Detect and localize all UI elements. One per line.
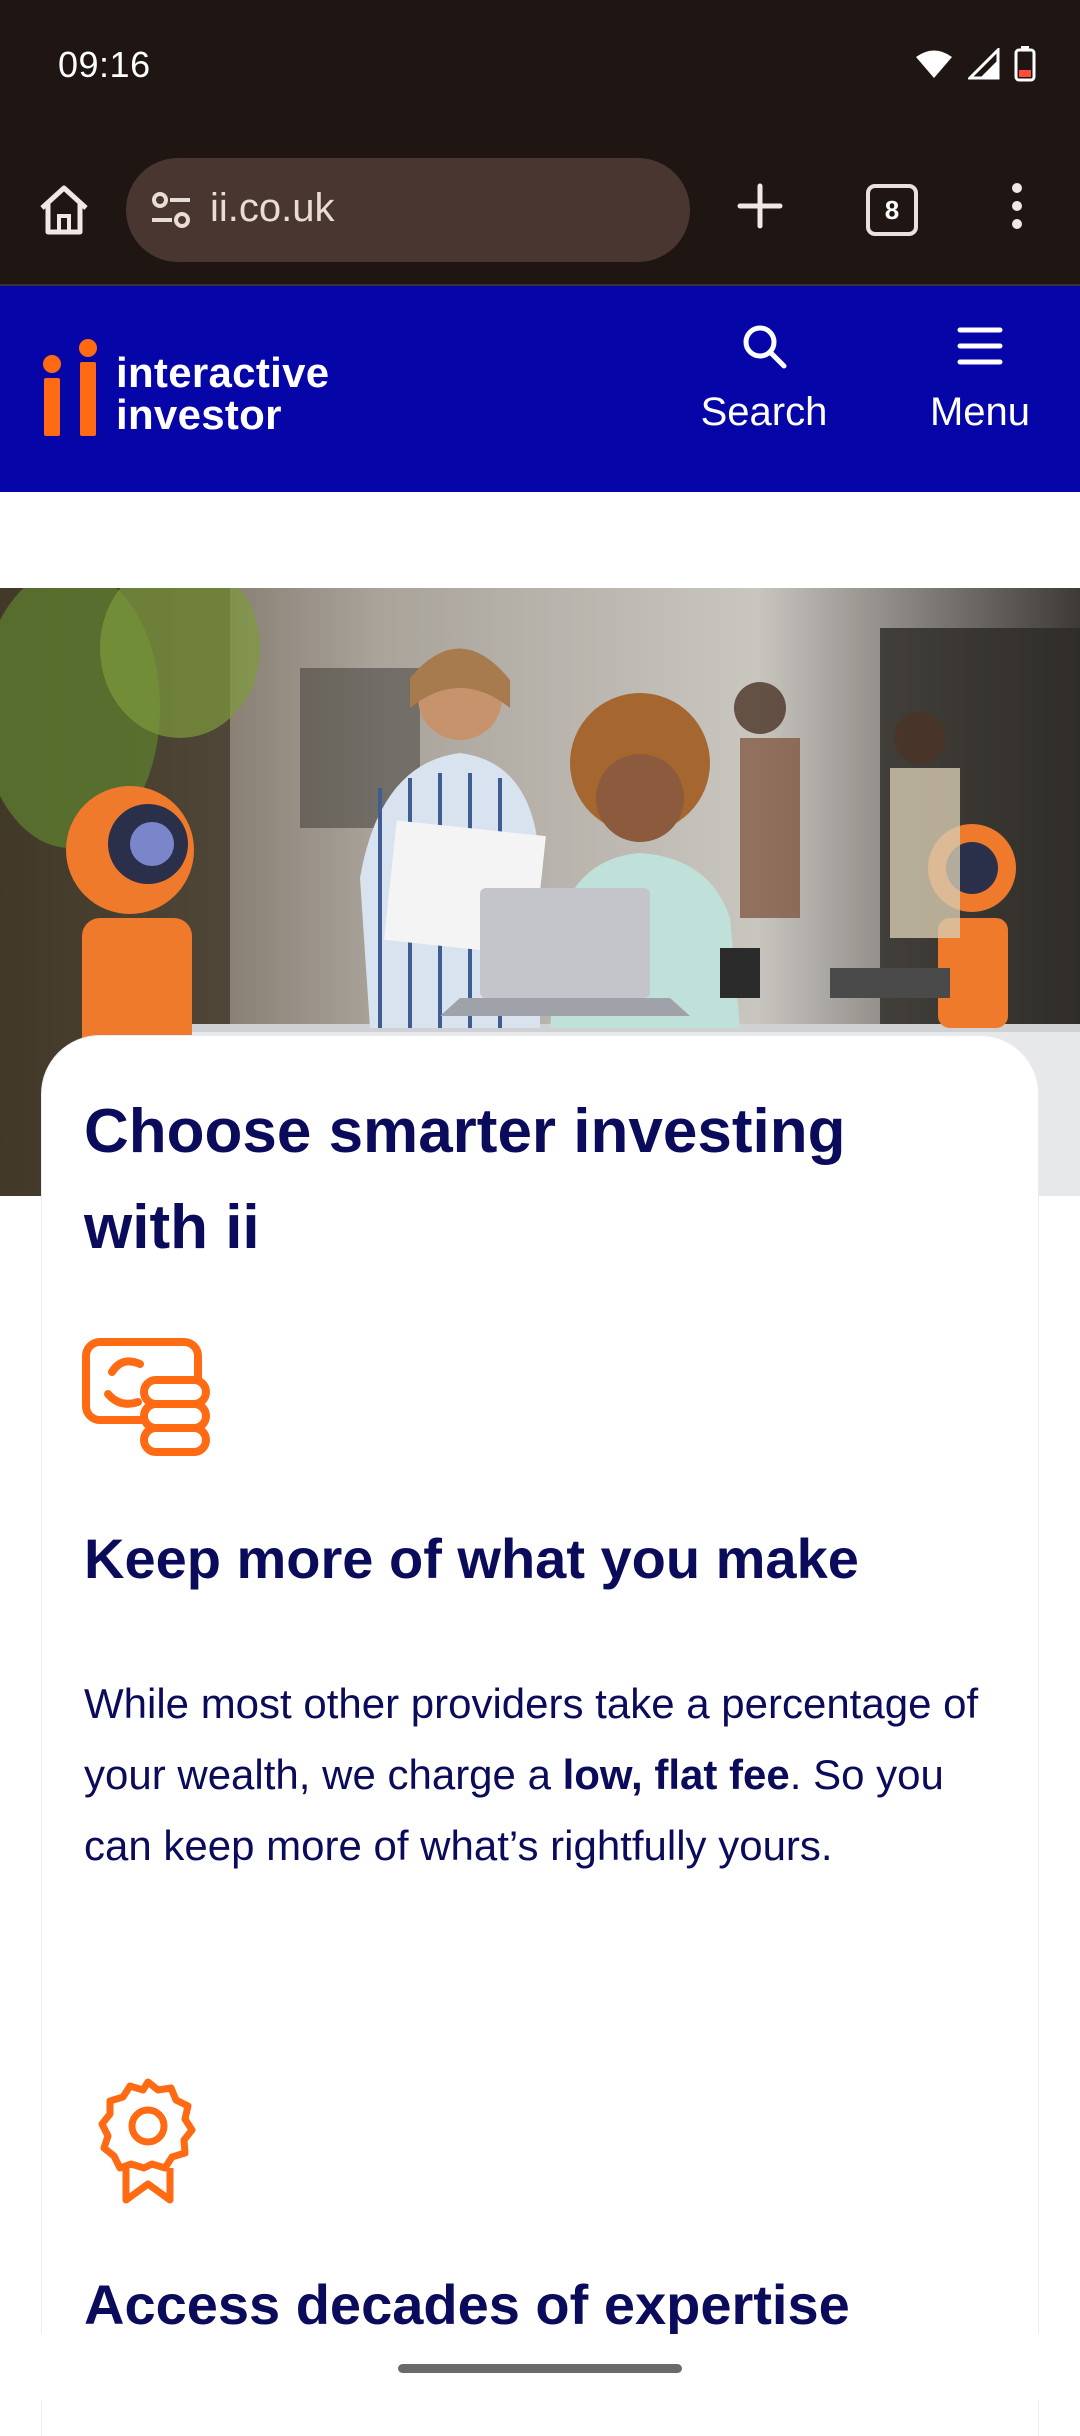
more-options-icon[interactable]: [1000, 176, 1034, 236]
search-label: Search: [700, 390, 828, 434]
feature-title-1: Keep more of what you make: [84, 1527, 859, 1590]
award-rosette-icon: [98, 2078, 196, 2204]
address-bar[interactable]: ii.co.uk: [126, 158, 690, 262]
money-coins-icon: [82, 1338, 210, 1456]
url-text: ii.co.uk: [210, 186, 335, 230]
hamburger-icon: [957, 327, 1003, 365]
feature-title-2: Access decades of expertise: [84, 2273, 850, 2336]
menu-button[interactable]: Menu: [912, 322, 1048, 435]
logo-wordmark: interactive investor: [116, 352, 329, 436]
wifi-icon: [916, 50, 952, 78]
tab-count: 8: [884, 194, 900, 225]
status-bar: 09:16: [0, 0, 1080, 140]
battery-icon: [1014, 46, 1036, 82]
site-header: interactive investor Search Menu: [0, 286, 1080, 492]
signal-icon: [968, 48, 1000, 80]
status-icons: [914, 46, 1036, 82]
site-settings-icon[interactable]: [146, 184, 198, 236]
ii-logo-mark: [43, 339, 97, 436]
status-time: 09:16: [58, 44, 151, 85]
browser-toolbar: ii.co.uk 8: [0, 140, 1080, 286]
features-card: Choose smarter investing with ii Keep mo…: [42, 1036, 1038, 2436]
menu-label: Menu: [929, 390, 1031, 434]
logo-line-2: investor: [116, 391, 282, 438]
feature-body-1: While most other providers take a percen…: [84, 1668, 984, 1881]
tab-switcher-button[interactable]: 8: [866, 184, 918, 236]
logo-line-1: interactive: [116, 349, 330, 396]
feature-body-1-bold: low, flat fee: [562, 1751, 790, 1798]
card-title: Choose smarter investing with ii: [84, 1097, 846, 1262]
search-button[interactable]: Search: [688, 322, 840, 435]
home-icon[interactable]: [34, 180, 94, 240]
new-tab-icon[interactable]: [730, 176, 790, 236]
ii-logo[interactable]: interactive investor: [42, 338, 352, 438]
search-icon: [743, 325, 787, 369]
gesture-handle[interactable]: [398, 2364, 682, 2373]
